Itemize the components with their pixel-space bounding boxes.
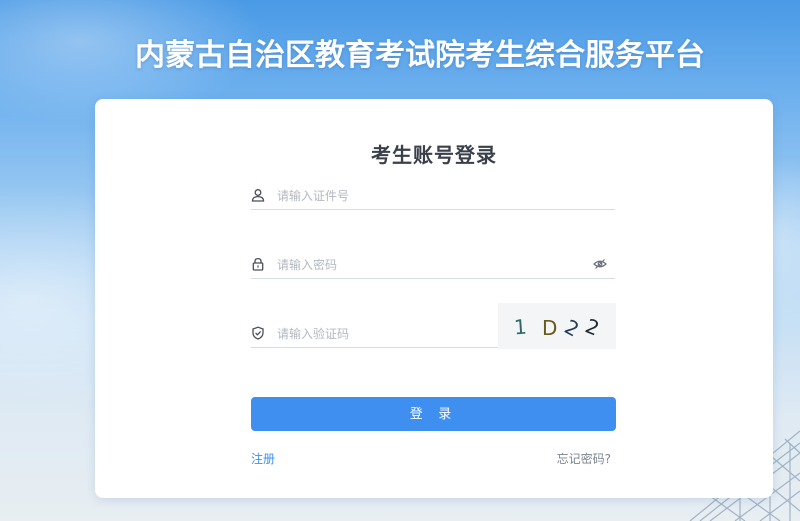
platform-title: 内蒙古自治区教育考试院考生综合服务平台 (135, 38, 705, 73)
login-title: 考生账号登录 (371, 143, 497, 167)
password-placeholder: 请输入密码 (277, 258, 338, 272)
captcha-char: D (542, 316, 557, 340)
captcha-placeholder: 请输入验证码 (277, 327, 350, 341)
lock-icon (252, 257, 264, 271)
login-card: 考生账号登录 请输入证件号 请输入密码 请输入验证码 1 D 2 2 登 录 注… (95, 99, 773, 498)
register-link[interactable]: 注册 (251, 450, 275, 467)
user-icon (251, 189, 265, 202)
shield-icon (252, 326, 264, 340)
forgot-password-link[interactable]: 忘记密码? (557, 450, 611, 467)
password-field[interactable]: 请输入密码 (251, 253, 615, 279)
id-number-placeholder: 请输入证件号 (277, 189, 350, 203)
captcha-char: 2 (561, 314, 584, 341)
captcha-image[interactable]: 1 D 2 2 (498, 303, 616, 349)
captcha-char: 1 (513, 315, 527, 340)
eye-hidden-icon[interactable] (593, 257, 607, 271)
id-number-field[interactable]: 请输入证件号 (251, 184, 615, 210)
login-button[interactable]: 登 录 (251, 397, 616, 431)
captcha-char: 2 (582, 314, 603, 341)
